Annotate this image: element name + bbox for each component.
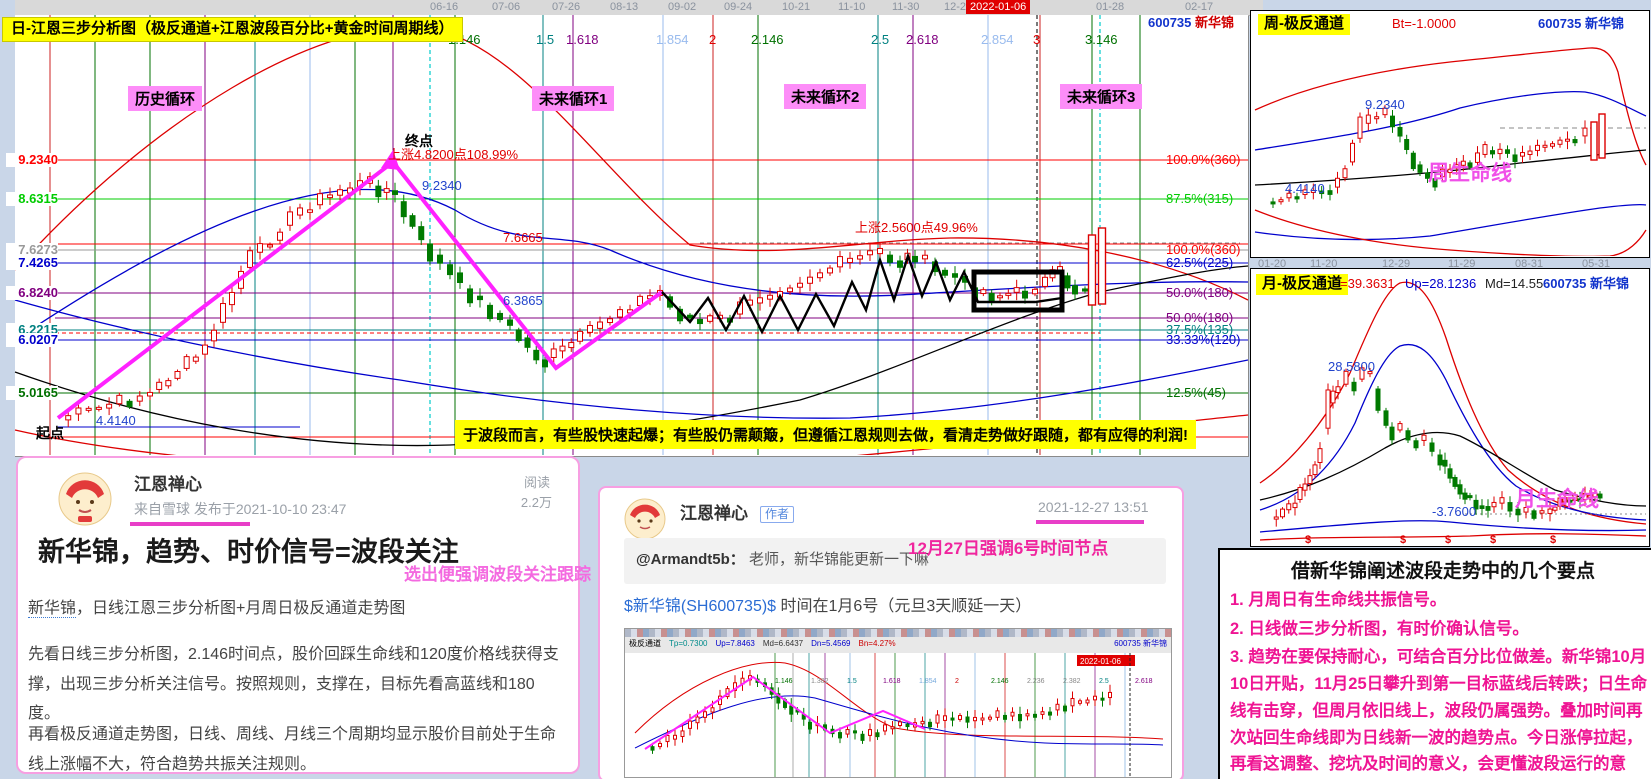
mini-header-token: 极反通道 xyxy=(629,639,661,648)
svg-text:2022-01-06: 2022-01-06 xyxy=(1080,657,1121,666)
mini-header-token: Tp=0.7300 xyxy=(669,639,707,648)
svg-text:2.146: 2.146 xyxy=(991,678,1009,685)
quote-mention[interactable]: @Armandt5b： xyxy=(636,551,745,568)
post-middle-body-rest: 时间在1月6号（元旦3天顺延一天） xyxy=(776,598,1031,615)
weekly-chart-title-text: 周-极反通道 xyxy=(1264,15,1344,32)
post-middle-timestamp: 2021-12-27 13:51 xyxy=(1038,500,1149,515)
monthly-lifeline-label: 月生命线 xyxy=(1515,488,1599,511)
stock-mention[interactable]: 新华锦 xyxy=(28,600,76,618)
mini-chart-canvas: 1.146 1.382 1.5 1.618 1.854 2 2.146 2.236 2.382 2… xyxy=(625,653,1171,778)
post-left-body2: 先看日线三步分析图，2.146时间点，股价回踩生命线和120度价格线获得支撑，出… xyxy=(28,640,566,729)
mini-chart-header: 极反通道 Tp=0.7300 Up=7.8463 Md=6.6437 Dn=5.4569… xyxy=(625,637,1171,653)
daily-stock-code: 600735 xyxy=(1148,15,1191,30)
mini-header-token: Bn=4.27% xyxy=(859,639,896,648)
avatar[interactable] xyxy=(58,472,112,526)
avatar[interactable] xyxy=(624,498,666,540)
post-left-body3: 再看极反通道走势图，日线、周线、月线三个周期均显示股价目前处于生命线上涨幅不大，… xyxy=(28,720,566,779)
svg-text:2.236: 2.236 xyxy=(1027,678,1045,685)
monthly-stock-id: 600735 新华锦 xyxy=(1543,277,1629,291)
post-left-meta: 来自雪球 发布于2021-10-10 23:47 xyxy=(134,502,346,517)
daily-banner-text: 于波段而言，有些股快速起爆；有些股仍需颠簸，但遵循江恩规则去做，看清走势做好跟随… xyxy=(463,427,1188,444)
mini-header-token: Up=7.8463 xyxy=(715,639,754,648)
screenshot-root: { "daily_chart": { "title": "日-江恩三步分析图（极… xyxy=(0,0,1651,779)
weekly-chart-canvas xyxy=(1250,10,1648,256)
monthly-high-label: 28.5800 xyxy=(1328,360,1375,374)
svg-text:1.5: 1.5 xyxy=(847,678,857,685)
monthly-md-value: Md=14.55 xyxy=(1485,277,1543,291)
notes-item: 1. 月周日有生命线共振信号。 xyxy=(1230,587,1651,614)
stock-link[interactable]: $新华锦(SH600735)$ xyxy=(624,598,776,615)
daily-chart-canvas xyxy=(0,0,1248,455)
svg-text:$: $ xyxy=(1445,534,1451,545)
weekly-bt-value: Bt=-1.0000 xyxy=(1392,17,1456,31)
post-left-body1-text: ，日线江恩三步分析图+月周日极反通道走势图 xyxy=(76,600,405,617)
svg-text:1.618: 1.618 xyxy=(883,678,901,685)
monthly-bt-value: =39.3631 xyxy=(1340,277,1395,291)
notes-panel: 借新华锦阐述波段走势中的几个要点 1. 月周日有生命线共振信号。2. 日线做三步… xyxy=(1218,548,1651,779)
post-left-published: 发布于2021-10-10 23:47 xyxy=(194,501,347,517)
svg-text:$: $ xyxy=(1400,534,1406,545)
post-left-title: 新华锦，趋势、时价信号=波段关注 xyxy=(38,538,459,568)
daily-stock-id: 600735 新华锦 xyxy=(1148,16,1234,30)
post-left-body1: 新华锦，日线江恩三步分析图+月周日极反通道走势图 xyxy=(26,594,563,624)
daily-stock-name: 新华锦 xyxy=(1195,15,1234,30)
post-left-highlight-note: 选出便强调波段关注跟踪 xyxy=(404,566,591,585)
post-left: 江恩禅心 来自雪球 发布于2021-10-10 23:47 阅读 2.2万 新华… xyxy=(16,456,580,774)
daily-chart-title: 日-江恩三步分析图（极反通道+江恩波段百分比+黄金时间周期线） xyxy=(2,17,463,42)
weekly-stock-id: 600735 新华锦 xyxy=(1538,17,1624,31)
notes-items: 1. 月周日有生命线共振信号。2. 日线做三步分析图，有时价确认信号。3. 趋势… xyxy=(1230,587,1651,779)
daily-banner: 于波段而言，有些股快速起爆；有些股仍需颠簸，但遵循江恩规则去做，看清走势做好跟随… xyxy=(455,420,1196,449)
notes-title: 借新华锦阐述波段走势中的几个要点 xyxy=(1230,556,1651,583)
post-middle-body: $新华锦(SH600735)$ 时间在1月6号（元旦3天顺延一天） xyxy=(624,598,1031,616)
svg-text:$: $ xyxy=(1305,534,1311,545)
svg-text:2.5: 2.5 xyxy=(1099,678,1109,685)
notes-item: 2. 日线做三步分析图，有时价确认信号。 xyxy=(1230,616,1651,643)
svg-text:$: $ xyxy=(1490,534,1496,545)
mini-header-token: Dn=5.4569 xyxy=(811,639,850,648)
read-label: 阅读 xyxy=(524,476,550,490)
svg-text:2: 2 xyxy=(955,678,959,685)
quote-text: 老师，新华锦能更新一下嘛 xyxy=(749,551,929,568)
post-left-source: 来自雪球 xyxy=(134,501,190,517)
read-count: 2.2万 xyxy=(521,496,552,510)
monthly-chart-title: 月-极反通道 xyxy=(1256,274,1348,295)
author-badge: 作者 xyxy=(760,506,794,523)
weekly-high-label: 9.2340 xyxy=(1365,98,1405,112)
weekly-lifeline-label: 周生命线 xyxy=(1428,162,1512,185)
monthly-chart-title-text: 月-极反通道 xyxy=(1262,275,1342,292)
weekly-chart-title: 周-极反通道 xyxy=(1258,14,1350,35)
svg-text:1.146: 1.146 xyxy=(775,678,793,685)
published-underline xyxy=(130,522,250,526)
mini-chart-toolbar xyxy=(625,629,1171,637)
post-middle-author[interactable]: 江恩禅心 xyxy=(680,505,748,524)
svg-text:2.382: 2.382 xyxy=(1063,678,1081,685)
svg-text:$: $ xyxy=(1550,534,1556,545)
monthly-low-label: -3.7600 xyxy=(1432,505,1476,519)
timestamp-underline xyxy=(1036,520,1144,524)
post-middle: 江恩禅心 作者 2021-12-27 13:51 @Armandt5b： 老师，… xyxy=(598,486,1184,779)
mini-stock-id: 600735 新华锦 xyxy=(1114,638,1167,649)
weekly-low-label: 4.4140 xyxy=(1285,182,1325,196)
notes-item: 3. 趋势在要保持耐心，可结合百分比位做差。新华锦10月10日开贴，11月25日… xyxy=(1230,644,1651,779)
monthly-up-value: Up=28.1236 xyxy=(1405,277,1476,291)
svg-text:1.854: 1.854 xyxy=(919,678,937,685)
embedded-mini-chart[interactable]: 极反通道 Tp=0.7300 Up=7.8463 Md=6.6437 Dn=5.4569… xyxy=(624,628,1172,778)
svg-text:1.382: 1.382 xyxy=(811,678,829,685)
mini-header-token: Md=6.6437 xyxy=(763,639,803,648)
post-left-author[interactable]: 江恩禅心 xyxy=(134,476,202,495)
svg-text:2.618: 2.618 xyxy=(1135,678,1153,685)
daily-chart-title-text: 日-江恩三步分析图（极反通道+江恩波段百分比+黄金时间周期线） xyxy=(11,20,454,37)
post-middle-highlight-note: 12月27日强调6号时间节点 xyxy=(908,540,1108,559)
